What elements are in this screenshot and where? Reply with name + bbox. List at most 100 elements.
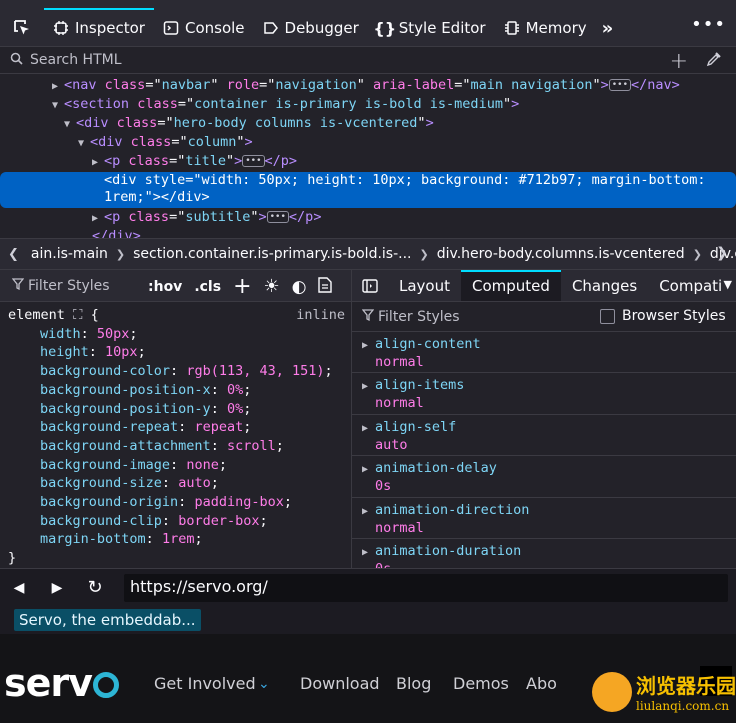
property-value[interactable]: 0% — [227, 401, 243, 417]
property-name[interactable]: height — [40, 344, 89, 360]
element-picker-button[interactable] — [0, 10, 44, 46]
twisty-collapsed-icon[interactable]: ▶ — [92, 209, 104, 228]
css-declaration[interactable]: background-color: rgb(113, 43, 151); — [8, 362, 351, 381]
property-name[interactable]: background-position-x — [40, 382, 211, 398]
css-declaration[interactable]: height: 10px; — [8, 343, 351, 362]
computed-property[interactable]: ▶ animation-delay 0s — [352, 456, 736, 498]
property-value[interactable]: border-box — [178, 513, 259, 529]
property-value[interactable]: padding-box — [194, 494, 283, 510]
css-declaration[interactable]: background-image: none; — [8, 456, 351, 475]
url-input[interactable]: https://servo.org/ — [124, 574, 728, 602]
computed-property[interactable]: ▶ align-items normal — [352, 373, 736, 415]
collapsed-content-icon[interactable]: ••• — [608, 79, 631, 91]
css-declaration[interactable]: background-origin: padding-box; — [8, 493, 351, 512]
css-declaration[interactable]: background-attachment: scroll; — [8, 437, 351, 456]
node-nav[interactable]: ▶ <nav class="navbar" role="navigation" a… — [52, 76, 680, 95]
css-declaration[interactable]: background-clip: border-box; — [8, 512, 351, 531]
dark-mode-icon[interactable]: ◐ — [292, 277, 307, 297]
servo-logo[interactable]: serv — [4, 661, 119, 705]
add-rule-icon[interactable]: + — [233, 275, 251, 297]
more-tools-chevron-icon[interactable]: » — [596, 10, 617, 46]
twisty-collapsed-icon[interactable]: ▶ — [92, 153, 104, 172]
property-value[interactable]: 50px — [97, 326, 130, 342]
nav-demos[interactable]: Demos — [453, 674, 509, 693]
property-name[interactable]: background-attachment — [40, 438, 211, 454]
search-html-input[interactable]: Search HTML — [30, 52, 630, 68]
computed-filter-input[interactable]: Filter Styles — [378, 309, 460, 325]
css-declaration[interactable]: width: 50px; — [8, 325, 351, 344]
twisty-collapsed-icon[interactable]: ▶ — [362, 420, 374, 438]
scroll-right-icon[interactable]: ❯ — [716, 245, 728, 261]
property-name[interactable]: background-repeat — [40, 419, 178, 435]
twisty-collapsed-icon[interactable]: ▶ — [362, 378, 374, 396]
browser-styles-checkbox[interactable] — [600, 309, 615, 324]
property-value[interactable]: auto — [178, 475, 211, 491]
twisty-collapsed-icon[interactable]: ▶ — [52, 77, 64, 96]
breadcrumb-item[interactable]: div.hero-body.columns.is-vcentered — [433, 246, 689, 262]
property-value[interactable]: repeat — [194, 419, 243, 435]
twisty-expanded-icon[interactable]: ▼ — [78, 134, 90, 153]
nav-blog[interactable]: Blog — [396, 674, 431, 693]
twisty-expanded-icon[interactable]: ▼ — [52, 96, 64, 115]
node-subtitle[interactable]: ▶ <p class="subtitle"> ••• </p> — [92, 208, 321, 227]
light-mode-icon[interactable]: ☀ — [264, 276, 280, 297]
chevron-down-icon[interactable]: ⌄ — [258, 676, 270, 692]
twisty-collapsed-icon[interactable]: ▶ — [362, 503, 374, 521]
property-value[interactable]: scroll — [227, 438, 276, 454]
property-name[interactable]: background-position-y — [40, 401, 211, 417]
filter-styles-input[interactable]: Filter Styles — [28, 278, 110, 294]
property-value[interactable]: none — [186, 457, 219, 473]
tab-changes[interactable]: Changes — [561, 270, 648, 301]
property-name[interactable]: background-color — [40, 363, 170, 379]
node-title[interactable]: ▶ <p class="title"> ••• </p> — [92, 152, 297, 171]
twisty-collapsed-icon[interactable]: ▶ — [362, 544, 374, 562]
eyedropper-icon[interactable] — [706, 51, 722, 71]
node-hero-body[interactable]: ▼ <div class="hero-body columns is-vcente… — [64, 114, 434, 133]
kebab-menu-icon[interactable]: ••• — [691, 14, 726, 35]
css-declaration[interactable]: background-position-y: 0%; — [8, 400, 351, 419]
property-name[interactable]: background-image — [40, 457, 170, 473]
reload-button[interactable]: ↻ — [76, 577, 114, 598]
node-section[interactable]: ▼ <section class="container is-primary is… — [52, 95, 519, 114]
scroll-left-icon[interactable]: ❮ — [0, 247, 27, 262]
hov-button[interactable]: :hov — [148, 279, 182, 295]
browser-tab[interactable]: Servo, the embeddab... — [14, 609, 201, 631]
toggle-sidebar-icon[interactable] — [352, 270, 388, 301]
breadcrumb-item[interactable]: section.container.is-primary.is-bold.is-… — [129, 246, 415, 262]
breadcrumb-item[interactable]: ain.is-main — [27, 246, 112, 262]
nav-about[interactable]: Abo — [526, 674, 557, 693]
tab-debugger[interactable]: Debugger — [254, 10, 368, 46]
tab-style-editor[interactable]: {} Style Editor — [368, 10, 495, 46]
print-media-icon[interactable] — [318, 276, 333, 297]
computed-property[interactable]: ▶animation-duration0s — [352, 539, 736, 568]
tab-computed[interactable]: Computed — [461, 270, 561, 301]
back-button[interactable]: ◀ — [0, 580, 38, 596]
add-node-icon[interactable]: + — [670, 49, 688, 74]
computed-property[interactable]: ▶ align-self auto — [352, 415, 736, 457]
computed-property[interactable]: ▶ animation-direction normal — [352, 498, 736, 539]
property-name[interactable]: margin-bottom — [40, 531, 146, 547]
tab-console[interactable]: Console — [154, 10, 254, 46]
tab-compatibility[interactable]: Compati — [648, 270, 733, 301]
node-column[interactable]: ▼ <div class="column"> — [78, 133, 253, 152]
nav-download[interactable]: Download — [300, 674, 380, 693]
css-declaration[interactable]: background-position-x: 0%; — [8, 381, 351, 400]
property-value[interactable]: 1rem — [162, 531, 195, 547]
node-closing-div[interactable]: </div> — [92, 227, 141, 238]
property-name[interactable]: width — [40, 326, 81, 342]
tab-inspector[interactable]: Inspector — [44, 8, 154, 46]
css-declaration[interactable]: background-size: auto; — [8, 474, 351, 493]
selected-node[interactable]: <div style="width: 50px; height: 10px; b… — [0, 172, 736, 208]
property-value[interactable]: 0% — [227, 382, 243, 398]
css-declaration[interactable]: background-repeat: repeat; — [8, 418, 351, 437]
css-declaration[interactable]: margin-bottom: 1rem; — [8, 530, 351, 549]
rule-source[interactable]: inline — [296, 306, 345, 325]
property-value[interactable]: rgb(113, 43, 151) — [186, 363, 324, 379]
tabs-overflow-icon[interactable]: ▼ — [724, 278, 732, 291]
tab-memory[interactable]: Memory — [495, 10, 596, 46]
forward-button[interactable]: ▶ — [38, 580, 76, 596]
property-name[interactable]: background-size — [40, 475, 162, 491]
collapsed-content-icon[interactable]: ••• — [266, 211, 289, 223]
twisty-collapsed-icon[interactable]: ▶ — [362, 337, 374, 355]
property-name[interactable]: background-origin — [40, 494, 178, 510]
